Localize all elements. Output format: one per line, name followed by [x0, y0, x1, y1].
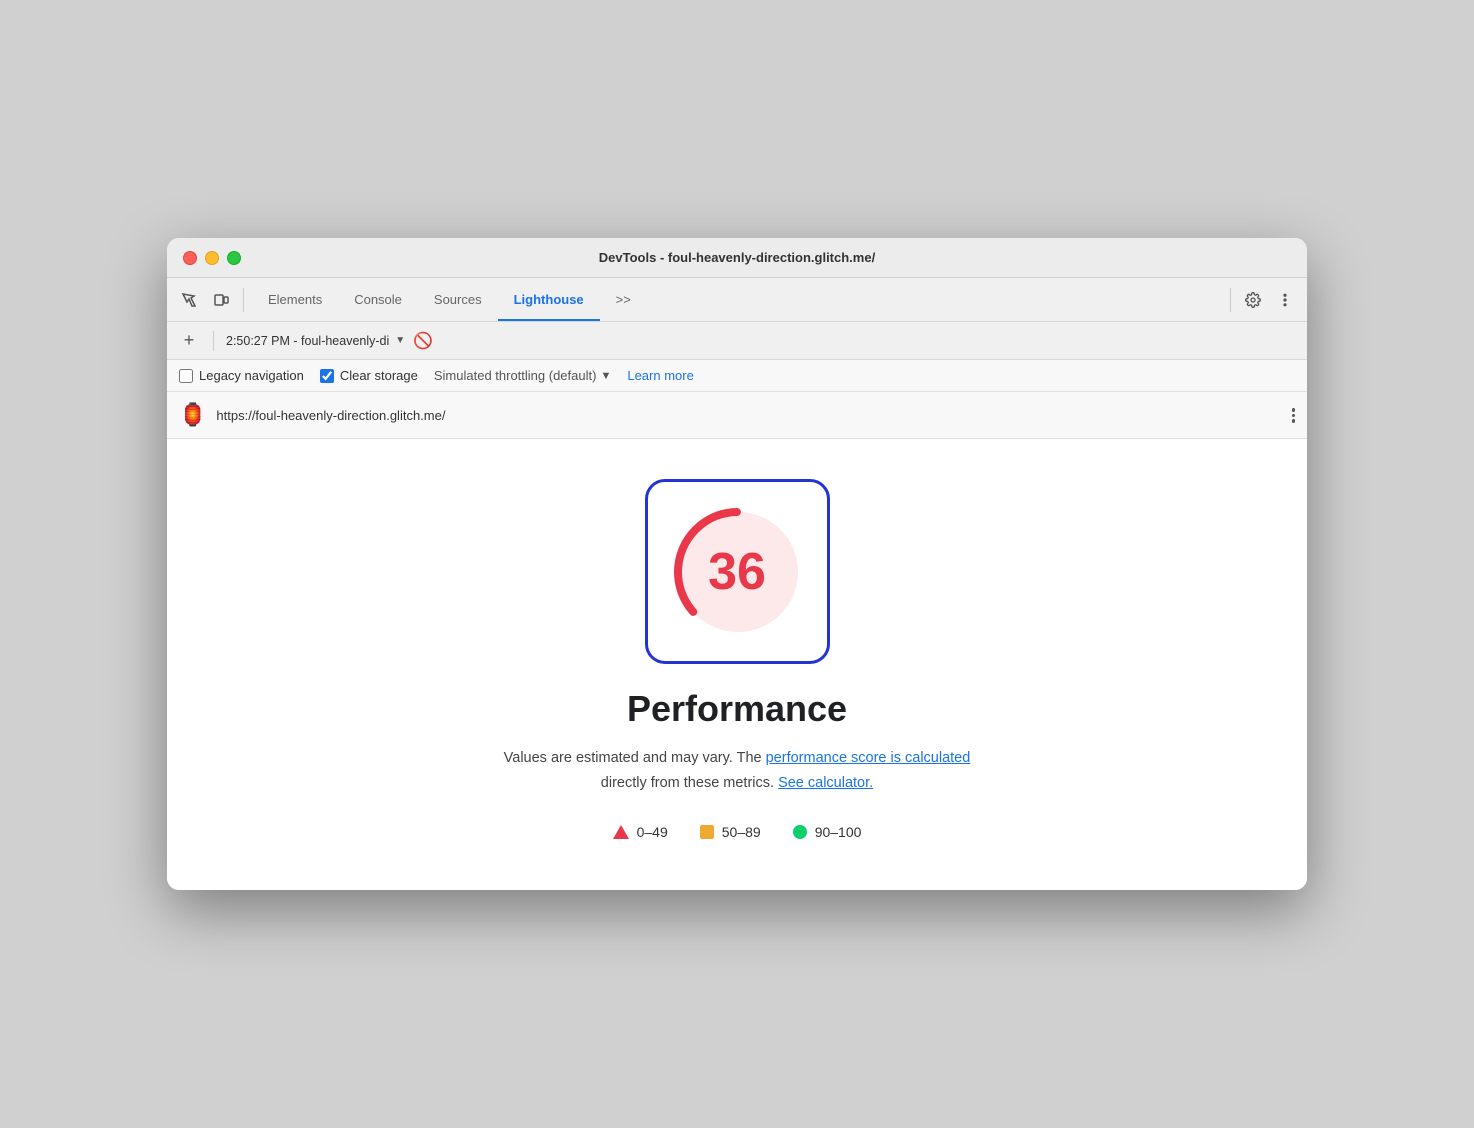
- devtools-window: DevTools - foul-heavenly-direction.glitc…: [167, 238, 1307, 889]
- description-text: Values are estimated and may vary. The: [504, 750, 766, 766]
- tab-elements[interactable]: Elements: [252, 278, 338, 321]
- tab-sources[interactable]: Sources: [418, 278, 498, 321]
- device-toolbar-button[interactable]: [207, 286, 235, 314]
- legend-item-0-49: 0–49: [613, 824, 668, 840]
- legend-item-90-100: 90–100: [793, 824, 862, 840]
- clear-storage-item: Clear storage: [320, 368, 418, 383]
- more-options-button[interactable]: [1271, 286, 1299, 314]
- toolbar-divider-2: [1230, 288, 1231, 312]
- url-bar-more-button[interactable]: [1292, 408, 1296, 423]
- score-gauge-wrapper: 36: [645, 479, 830, 664]
- devtools-toolbar: Elements Console Sources Lighthouse >>: [167, 278, 1307, 322]
- tab-list: Elements Console Sources Lighthouse >>: [252, 278, 1222, 321]
- tab-lighthouse[interactable]: Lighthouse: [498, 278, 600, 321]
- inspect-element-button[interactable]: [175, 286, 203, 314]
- throttling-label: Simulated throttling (default) ▼: [434, 368, 611, 383]
- timestamp-dropdown-arrow: ▼: [395, 335, 405, 346]
- triangle-icon: [613, 825, 629, 839]
- url-bar: 🏮 https://foul-heavenly-direction.glitch…: [167, 392, 1307, 439]
- devtools-toolbar-2: + 2:50:27 PM - foul-heavenly-di ▼ 🚫: [167, 322, 1307, 360]
- performance-title: Performance: [627, 688, 847, 730]
- main-content: 36 Performance Values are estimated and …: [167, 439, 1307, 889]
- legend: 0–49 50–89 90–100: [613, 824, 862, 840]
- toolbar-divider: [243, 288, 244, 312]
- maximize-button[interactable]: [227, 251, 241, 265]
- toolbar-right: [1226, 286, 1299, 314]
- legacy-navigation-checkbox[interactable]: [179, 369, 193, 383]
- legend-label-50-89: 50–89: [722, 824, 761, 840]
- window-title: DevTools - foul-heavenly-direction.glitc…: [599, 250, 875, 265]
- legacy-navigation-label: Legacy navigation: [199, 368, 304, 383]
- settings-button[interactable]: [1239, 286, 1267, 314]
- throttling-text: Simulated throttling (default): [434, 368, 597, 383]
- clear-storage-label: Clear storage: [340, 368, 418, 383]
- options-bar: Legacy navigation Clear storage Simulate…: [167, 360, 1307, 392]
- description: Values are estimated and may vary. The p…: [504, 746, 971, 795]
- tab-more[interactable]: >>: [600, 278, 647, 321]
- timestamp-selector[interactable]: 2:50:27 PM - foul-heavenly-di ▼: [226, 334, 405, 348]
- timestamp-text: 2:50:27 PM - foul-heavenly-di: [226, 334, 389, 348]
- score-gauge: 36: [645, 479, 830, 664]
- performance-score-link[interactable]: performance score is calculated: [766, 750, 971, 766]
- toolbar-divider-3: [213, 331, 214, 351]
- circle-icon: [793, 825, 807, 839]
- legend-label-90-100: 90–100: [815, 824, 862, 840]
- legacy-navigation-item: Legacy navigation: [179, 368, 304, 383]
- description-mid: directly from these metrics.: [601, 775, 778, 791]
- legend-item-50-89: 50–89: [700, 824, 761, 840]
- traffic-lights: [183, 251, 241, 265]
- square-icon: [700, 825, 714, 839]
- title-bar: DevTools - foul-heavenly-direction.glitc…: [167, 238, 1307, 278]
- lighthouse-icon: 🏮: [179, 402, 206, 428]
- minimize-button[interactable]: [205, 251, 219, 265]
- add-tab-button[interactable]: +: [177, 329, 201, 353]
- block-icon[interactable]: 🚫: [413, 331, 433, 351]
- legend-label-0-49: 0–49: [637, 824, 668, 840]
- url-text: https://foul-heavenly-direction.glitch.m…: [216, 408, 1281, 423]
- throttling-arrow: ▼: [600, 370, 611, 382]
- close-button[interactable]: [183, 251, 197, 265]
- calculator-link[interactable]: See calculator.: [778, 775, 873, 791]
- learn-more-link[interactable]: Learn more: [627, 368, 693, 383]
- score-number: 36: [708, 542, 766, 602]
- clear-storage-checkbox[interactable]: [320, 369, 334, 383]
- tab-console[interactable]: Console: [338, 278, 418, 321]
